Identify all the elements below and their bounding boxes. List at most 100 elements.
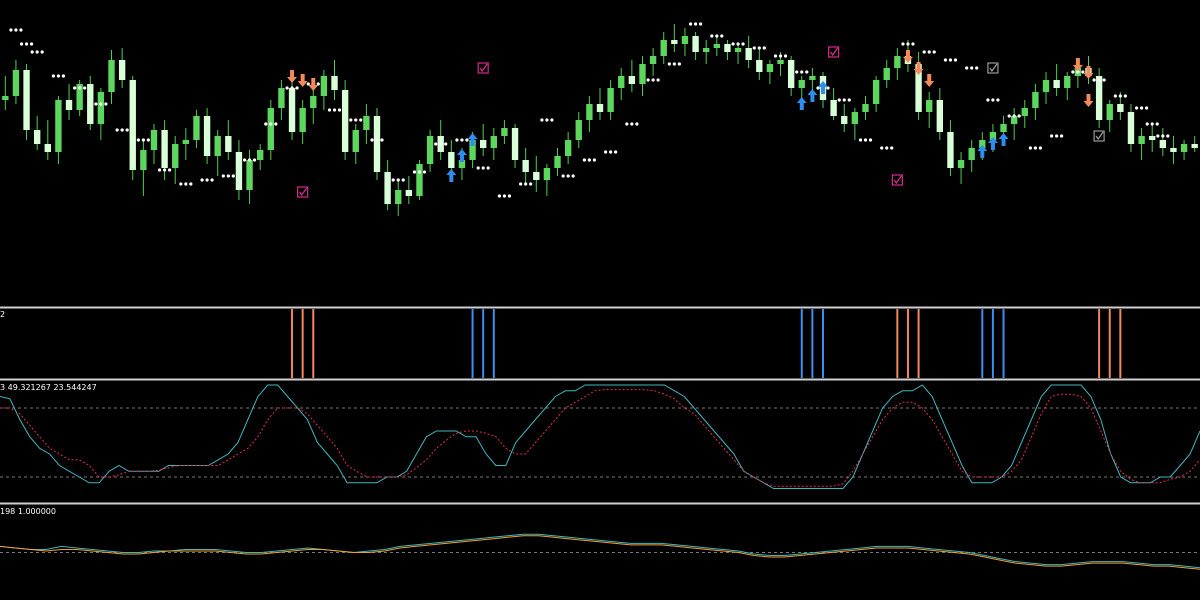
dot-marker [991, 98, 995, 102]
candle-body [203, 116, 211, 156]
candle-body [724, 44, 731, 52]
candle-body [235, 152, 243, 190]
sell-arrow-icon [1083, 94, 1094, 107]
candle-body [23, 70, 30, 130]
candle-body [1064, 76, 1071, 88]
dot-marker [9, 28, 13, 32]
dot-marker [731, 42, 735, 46]
dot-marker [285, 86, 289, 90]
dot-marker [757, 46, 761, 50]
dot-marker [948, 58, 953, 62]
check-mark-icon [299, 187, 308, 197]
candle-body [310, 96, 317, 108]
dot-marker [800, 70, 804, 74]
trading-chart[interactable]: 2 3 49.321267 23.544247 198 1.000000 [0, 0, 1200, 600]
dot-marker [19, 28, 23, 32]
candle-body [395, 190, 402, 204]
candle-body [1032, 92, 1039, 108]
dot-marker [996, 98, 1000, 102]
stochastic-panel[interactable] [0, 384, 1200, 489]
candle-body [1170, 148, 1177, 152]
candle-body [522, 160, 529, 172]
dot-marker [625, 122, 629, 126]
dot-marker [497, 194, 502, 198]
dot-marker [953, 58, 958, 62]
sell-arrow-icon [297, 74, 308, 87]
dot-marker [269, 122, 273, 126]
dot-marker [927, 50, 931, 54]
dot-marker [698, 22, 703, 26]
candle-body [352, 130, 359, 152]
candle-body [341, 90, 349, 152]
candle-body [65, 100, 73, 110]
dot-marker [1092, 78, 1096, 82]
dot-marker [455, 138, 459, 142]
candle-body [426, 136, 434, 164]
dot-marker [242, 158, 247, 162]
candle-body [692, 36, 699, 52]
dot-marker [795, 70, 799, 74]
dot-marker [125, 128, 129, 132]
candle-body [968, 148, 975, 160]
candle-body [140, 150, 147, 170]
check-mark-icon [1095, 131, 1104, 141]
candle-body [787, 60, 795, 88]
candle-body [596, 104, 604, 112]
dot-marker [375, 138, 379, 142]
dot-marker [911, 42, 915, 46]
candle-body [384, 172, 391, 204]
candle-body [1117, 104, 1124, 112]
candle-body [87, 84, 94, 124]
candle-body [511, 128, 519, 160]
dot-marker [56, 74, 61, 78]
dot-marker [635, 122, 639, 126]
candle-body [1053, 80, 1060, 88]
dot-marker [592, 158, 596, 162]
candle-body [618, 76, 625, 88]
candle-body [480, 140, 487, 148]
dot-marker [614, 150, 618, 154]
candle-body [766, 64, 774, 72]
dot-marker [231, 174, 235, 178]
candle-body [703, 48, 710, 52]
dot-marker [571, 174, 575, 178]
chart-canvas[interactable]: 2 3 49.321267 23.544247 198 1.000000 [0, 0, 1200, 600]
dot-marker [901, 42, 905, 46]
dot-marker [252, 158, 257, 162]
candle-body [331, 76, 338, 90]
dot-marker [885, 146, 889, 150]
candle-body [1095, 76, 1103, 120]
candle-body [214, 136, 221, 156]
dot-marker [863, 138, 868, 142]
dot-marker [672, 62, 676, 66]
buy-arrow-icon [998, 133, 1009, 146]
candle-body [777, 60, 784, 64]
candle-body [533, 172, 540, 180]
dot-marker [226, 174, 230, 178]
candle-body [809, 76, 816, 80]
check-mark-icon [989, 63, 998, 73]
candle-body [660, 40, 667, 56]
dot-marker [715, 34, 719, 38]
dot-marker [1038, 146, 1042, 150]
signal-bars-panel[interactable] [291, 309, 1122, 378]
oscillator-panel[interactable] [0, 533, 1200, 570]
candle-body [756, 60, 763, 72]
dot-marker [290, 86, 294, 90]
candle-body [44, 144, 51, 152]
price-panel[interactable] [2, 22, 1198, 216]
dot-marker [710, 34, 714, 38]
candle-body [926, 100, 933, 112]
dot-marker [476, 166, 480, 170]
candle-body [363, 116, 370, 130]
dot-marker [646, 78, 650, 82]
dot-marker [1134, 106, 1139, 110]
dot-marker [78, 86, 82, 90]
dot-marker [94, 102, 98, 106]
dot-marker [943, 58, 948, 62]
dot-marker [19, 42, 24, 46]
check-mark-icon [479, 63, 488, 73]
sell-arrow-icon [287, 70, 298, 83]
buy-arrow-icon [467, 133, 478, 146]
dot-marker [582, 158, 586, 162]
